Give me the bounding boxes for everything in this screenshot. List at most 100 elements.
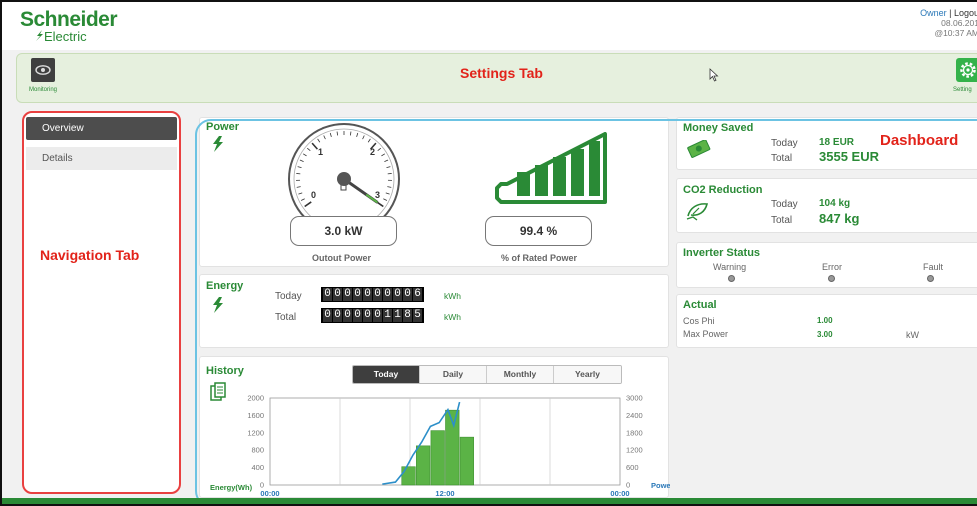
y2-tick-label: 600 xyxy=(626,463,639,472)
money-today-label: Today xyxy=(771,138,798,149)
co2-title: CO2 Reduction xyxy=(683,184,763,196)
history-bar xyxy=(401,466,416,486)
user-separator: | xyxy=(949,8,952,18)
mouse-cursor-icon xyxy=(709,68,719,82)
energy-today-digit: 0 xyxy=(403,288,412,301)
money-today-value: 18 EUR xyxy=(819,137,855,148)
current-time: @10:37 AM xyxy=(934,28,977,38)
y-tick-label: 400 xyxy=(251,463,264,472)
inverter-status-title: Inverter Status xyxy=(683,247,761,259)
x-tick-label: 00:00 xyxy=(610,489,629,498)
header-bar: Schneider Electric Owner | Logou 08.06.2… xyxy=(2,2,977,50)
energy-title: Energy xyxy=(206,280,244,292)
leaf-icon xyxy=(36,30,43,41)
co2-today-label: Today xyxy=(771,199,798,210)
max-power-label: Max Power xyxy=(683,329,729,339)
x-tick-label: 12:00 xyxy=(435,489,454,498)
monitoring-button[interactable] xyxy=(31,58,55,82)
settings-toolbar: Monitoring Settings Tab Setting xyxy=(16,53,977,103)
gauge-label-1: 1 xyxy=(318,147,323,157)
money-total-value: 3555 EUR xyxy=(819,149,879,164)
rated-power-value: 99.4 % xyxy=(485,216,592,246)
money-total-label: Total xyxy=(771,153,793,164)
co2-total-label: Total xyxy=(771,215,793,226)
nav-item-overview[interactable]: Overview xyxy=(26,117,177,140)
energy-today-digit: 0 xyxy=(323,288,332,301)
co2-reduction-panel: CO2 Reduction Today 104 kg Total 847 kg xyxy=(676,178,977,233)
cos-phi-value: 1.00 xyxy=(817,316,833,325)
energy-total-digit: 1 xyxy=(383,309,392,322)
history-bar xyxy=(430,430,445,486)
schneider-logo[interactable]: Schneider Electric xyxy=(20,8,118,44)
lightning-icon xyxy=(213,297,223,313)
energy-today-label: Today xyxy=(275,291,302,302)
energy-axis-label: Energy(Wh) xyxy=(210,483,253,492)
energy-today-counter: 0000000006 xyxy=(321,287,424,302)
rated-power-meter-icon xyxy=(495,132,607,204)
y-tick-label: 1600 xyxy=(247,411,264,420)
power-title: Power xyxy=(206,121,240,133)
settings-tab-annotation: Settings Tab xyxy=(460,65,543,81)
y2-tick-label: 1200 xyxy=(626,446,643,455)
warning-indicator-icon xyxy=(728,275,735,282)
cos-phi-label: Cos Phi xyxy=(683,316,715,326)
actual-title: Actual xyxy=(683,299,717,311)
dashboard-annotation: Dashboard xyxy=(880,132,959,149)
energy-today-digit: 0 xyxy=(353,288,362,301)
footer-bar xyxy=(2,498,977,504)
money-saved-title: Money Saved xyxy=(683,122,754,134)
energy-total-label: Total xyxy=(275,312,297,323)
money-saved-panel: Money Saved Today 18 EUR Total 3555 EUR … xyxy=(676,117,977,170)
gauge-label-0: 0 xyxy=(311,190,316,200)
y2-tick-label: 1800 xyxy=(626,428,643,437)
fault-indicator-icon xyxy=(927,275,934,282)
energy-total-digit: 0 xyxy=(353,309,362,322)
inverter-status-panel: Inverter Status Warning Error Fault xyxy=(676,242,977,288)
energy-total-unit: kWh xyxy=(444,312,461,322)
power-gauge: 0 1 2 3 xyxy=(288,123,400,223)
y-tick-label: 1200 xyxy=(247,428,264,437)
power-axis-label: Power (W) xyxy=(651,481,670,490)
gauge-label-2: 2 xyxy=(370,147,375,157)
energy-total-counter: 0000001185 xyxy=(321,308,424,323)
energy-panel: Energy Today 0000000006 kWh Total 000000… xyxy=(199,274,669,348)
energy-today-digit: 0 xyxy=(373,288,382,301)
co2-today-value: 104 kg xyxy=(819,198,851,209)
energy-today-digit: 0 xyxy=(363,288,372,301)
inverter-fault-label: Fault xyxy=(923,262,944,272)
max-power-unit: kW xyxy=(906,330,919,340)
energy-total-digit: 0 xyxy=(343,309,352,322)
navigation-panel: Overview Details Navigation Tab xyxy=(22,111,181,494)
history-chart: 0400800120016002000060012001800240030000… xyxy=(210,394,670,499)
energy-total-digit: 0 xyxy=(373,309,382,322)
co2-total-value: 847 kg xyxy=(819,211,860,226)
rated-power-label: % of Rated Power xyxy=(501,253,578,263)
output-power-value: 3.0 kW xyxy=(290,216,397,246)
lightning-icon xyxy=(213,136,223,152)
logout-link[interactable]: Logou xyxy=(954,8,977,18)
user-link[interactable]: Owner xyxy=(920,8,947,18)
energy-today-unit: kWh xyxy=(444,291,461,301)
energy-today-digit: 0 xyxy=(383,288,392,301)
inverter-warning-label: Warning xyxy=(713,262,747,272)
error-indicator-icon xyxy=(828,275,835,282)
power-panel: Power 0 1 2 3 3.0 kW Outout Power 99.4 %… xyxy=(199,117,669,267)
history-bar xyxy=(459,436,474,486)
energy-total-digit: 8 xyxy=(403,309,412,322)
gauge-label-3: 3 xyxy=(375,190,380,200)
settings-label: Setting xyxy=(953,87,972,93)
nav-item-details[interactable]: Details xyxy=(26,147,177,170)
y-tick-label: 2000 xyxy=(247,394,264,403)
actual-panel: Actual Cos Phi 1.00 Max Power 3.00 kW xyxy=(676,294,977,348)
leaf-hand-icon xyxy=(686,203,709,221)
navigation-tab-annotation: Navigation Tab xyxy=(40,247,140,263)
inverter-error-label: Error xyxy=(822,262,842,272)
brand-name: Schneider xyxy=(20,8,118,31)
user-info: Owner | Logou 08.06.201 @10:37 AM xyxy=(920,8,977,38)
money-icon xyxy=(687,140,711,158)
energy-total-digit: 0 xyxy=(323,309,332,322)
history-panel: History Today Daily Monthly Yearly 0 400 8… xyxy=(199,356,670,499)
energy-today-digit: 0 xyxy=(343,288,352,301)
energy-total-digit: 0 xyxy=(363,309,372,322)
settings-button[interactable] xyxy=(956,58,977,82)
